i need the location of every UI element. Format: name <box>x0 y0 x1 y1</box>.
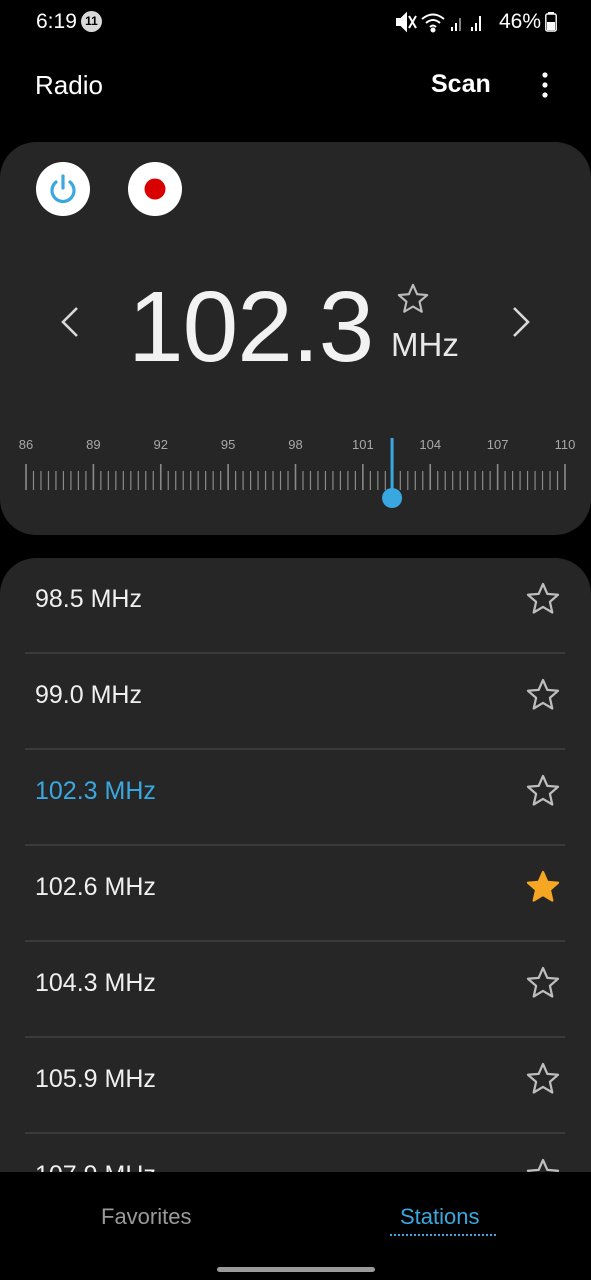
power-button[interactable] <box>36 162 90 216</box>
frequency-scale[interactable]: 86 89 92 95 98 101 104 107 110 <box>0 424 591 514</box>
chevron-right-icon[interactable] <box>506 302 534 342</box>
star-outline-icon[interactable] <box>525 773 561 809</box>
scale-label: 86 <box>19 437 33 452</box>
station-row[interactable]: 105.9 MHz <box>0 1038 591 1134</box>
tuner-card: 102.3 MHz 86 89 92 95 98 101 104 107 110 <box>0 142 591 535</box>
scale-label: 98 <box>288 437 302 452</box>
status-time: 6:19 <box>36 10 77 33</box>
star-filled-icon[interactable] <box>525 869 561 905</box>
station-row[interactable]: 104.3 MHz <box>0 942 591 1038</box>
signal-icon <box>451 18 461 31</box>
scale-label: 110 <box>555 437 576 452</box>
scale-label: 95 <box>221 437 235 452</box>
frequency-display: 102.3 <box>128 271 374 383</box>
station-frequency: 99.0 MHz <box>35 681 142 709</box>
tab-favorites[interactable]: Favorites <box>101 1204 191 1230</box>
wifi-icon <box>421 13 445 33</box>
station-frequency: 102.3 MHz <box>35 777 156 805</box>
tab-selected-indicator <box>390 1234 496 1236</box>
record-button[interactable] <box>128 162 182 216</box>
station-row[interactable]: 98.5 MHz <box>0 558 591 654</box>
station-row[interactable]: 102.6 MHz <box>0 846 591 942</box>
record-icon <box>144 178 166 200</box>
station-row[interactable]: 107.9 MHz <box>0 1134 591 1172</box>
star-outline-icon[interactable] <box>525 1157 561 1172</box>
power-icon <box>50 174 76 204</box>
scale-label: 104 <box>419 437 441 452</box>
home-indicator[interactable] <box>217 1267 375 1272</box>
status-icons <box>396 11 481 33</box>
favorite-star-icon[interactable] <box>396 282 430 316</box>
scale-label: 107 <box>487 437 509 452</box>
battery-icon <box>545 12 557 32</box>
scale-label: 89 <box>86 437 100 452</box>
station-frequency: 102.6 MHz <box>35 873 156 901</box>
frequency-unit: MHz <box>391 326 459 363</box>
battery-percent: 46% <box>499 10 542 33</box>
tuner-handle[interactable] <box>382 488 403 508</box>
scan-button[interactable]: Scan <box>431 70 491 99</box>
station-list: 98.5 MHz 99.0 MHz 102.3 MHz 102.6 MHz 104.3 … <box>0 558 591 1172</box>
station-frequency: 105.9 MHz <box>35 1065 156 1093</box>
star-outline-icon[interactable] <box>525 965 561 1001</box>
signal-icon <box>471 16 481 31</box>
bottom-nav: Favorites Stations <box>0 1172 591 1280</box>
station-frequency: 98.5 MHz <box>35 585 142 613</box>
more-vertical-icon[interactable] <box>533 70 557 100</box>
scale-label: 101 <box>352 437 374 452</box>
scale-label: 92 <box>154 437 168 452</box>
star-outline-icon[interactable] <box>525 581 561 617</box>
notification-count-badge: 11 <box>81 11 102 32</box>
station-frequency: 107.9 MHz <box>35 1161 156 1172</box>
station-frequency: 104.3 MHz <box>35 969 156 997</box>
star-outline-icon[interactable] <box>525 1061 561 1097</box>
station-row[interactable]: 102.3 MHz <box>0 750 591 846</box>
station-row[interactable]: 99.0 MHz <box>0 654 591 750</box>
star-outline-icon[interactable] <box>525 677 561 713</box>
mute-icon <box>396 11 417 33</box>
status-bar: 6:19 11 46% <box>0 0 591 44</box>
tab-stations[interactable]: Stations <box>400 1204 480 1230</box>
page-title: Radio <box>35 70 103 100</box>
chevron-left-icon[interactable] <box>57 302 85 342</box>
